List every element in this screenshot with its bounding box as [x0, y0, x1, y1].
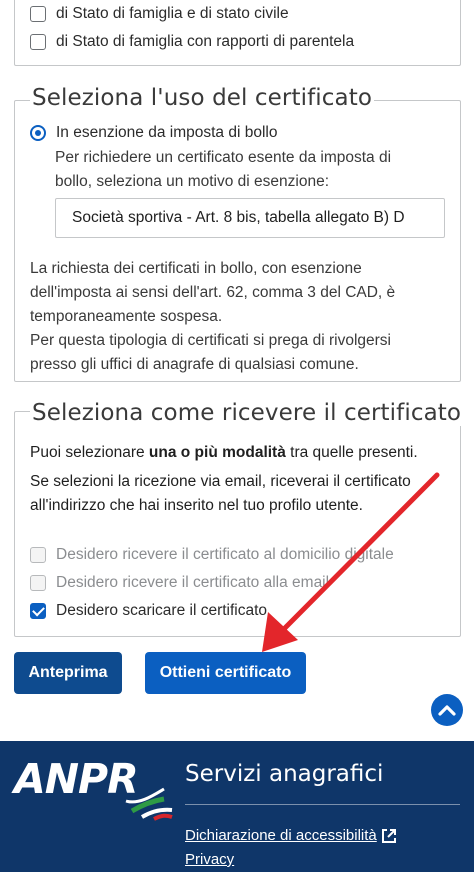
- accessibility-link[interactable]: Dichiarazione di accessibilità: [185, 827, 397, 844]
- checkbox[interactable]: [30, 34, 46, 50]
- checkbox: [30, 547, 46, 563]
- intro-text: tra quelle presenti.: [285, 444, 418, 461]
- notice-line: Per questa tipologia di certificati si p…: [30, 332, 391, 349]
- option-label: Desidero ricevere il certificato alla em…: [56, 574, 330, 591]
- option-stato-famiglia-parentela[interactable]: di Stato di famiglia con rapporti di par…: [30, 33, 354, 51]
- checkbox[interactable]: [30, 603, 46, 619]
- delivery-legend: Seleziona come ricevere il certificato: [30, 400, 464, 426]
- notice-line: dell'imposta ai sensi dell'art. 62, comm…: [30, 284, 396, 301]
- hint-line: Per richiedere un certificato esente da …: [55, 149, 392, 166]
- delivery-intro: Puoi selezionare una o più modalità tra …: [30, 441, 418, 465]
- external-link-icon: [381, 828, 396, 843]
- stamp-duty-notice: La richiesta dei certificati in bollo, c…: [30, 257, 395, 377]
- option-label: Desidero scaricare il certificato: [56, 602, 268, 619]
- option-label: di Stato di famiglia e di stato civile: [56, 5, 289, 22]
- option-digital-domicile: Desidero ricevere il certificato al domi…: [30, 546, 394, 564]
- link-label: Dichiarazione di accessibilità: [185, 827, 377, 844]
- email-info-line: all'indirizzo che hai inserito nel tuo p…: [30, 497, 363, 514]
- radio-label: In esenzione da imposta di bollo: [56, 124, 278, 141]
- option-download[interactable]: Desidero scaricare il certificato: [30, 602, 267, 620]
- radio-button[interactable]: [30, 125, 46, 141]
- footer-title: Servizi anagrafici: [185, 761, 384, 787]
- option-email: Desidero ricevere il certificato alla em…: [30, 574, 329, 592]
- radio-stamp-duty-exemption[interactable]: In esenzione da imposta di bollo: [30, 124, 277, 142]
- notice-line: La richiesta dei certificati in bollo, c…: [30, 260, 362, 277]
- footer: ANPR Servizi anagrafici Dichiarazione di…: [0, 741, 474, 872]
- checkbox: [30, 575, 46, 591]
- usage-legend: Seleziona l'uso del certificato: [30, 85, 374, 111]
- intro-bold: una o più modalità: [148, 444, 286, 461]
- hint-line: bollo, seleziona un motivo di esenzione:: [55, 173, 330, 190]
- exemption-reason-select[interactable]: Società sportiva - Art. 8 bis, tabella a…: [55, 198, 445, 238]
- email-info: Se selezioni la ricezione via email, ric…: [30, 470, 411, 518]
- preview-button[interactable]: Anteprima: [14, 652, 122, 694]
- select-value: Società sportiva - Art. 8 bis, tabella a…: [72, 209, 405, 226]
- exemption-hint: Per richiedere un certificato esente da …: [55, 146, 391, 194]
- email-info-line: Se selezioni la ricezione via email, ric…: [30, 473, 411, 490]
- option-label: Desidero ricevere il certificato al domi…: [56, 546, 394, 563]
- privacy-link[interactable]: Privacy: [185, 851, 234, 868]
- anpr-logo[interactable]: ANPR: [14, 755, 174, 825]
- checkbox[interactable]: [30, 6, 46, 22]
- chevron-up-icon: [438, 705, 456, 716]
- footer-divider: [185, 804, 460, 805]
- back-to-top-button[interactable]: [431, 694, 463, 726]
- flag-swoosh-icon: [125, 787, 173, 821]
- option-stato-famiglia-civile[interactable]: di Stato di famiglia e di stato civile: [30, 5, 289, 23]
- notice-line: presso gli uffici di anagrafe di qualsia…: [30, 356, 359, 373]
- option-label: di Stato di famiglia con rapporti di par…: [56, 33, 355, 50]
- notice-line: temporaneamente sospesa.: [30, 308, 223, 325]
- intro-text: Puoi selezionare: [30, 444, 149, 461]
- get-certificate-button[interactable]: Ottieni certificato: [145, 652, 306, 694]
